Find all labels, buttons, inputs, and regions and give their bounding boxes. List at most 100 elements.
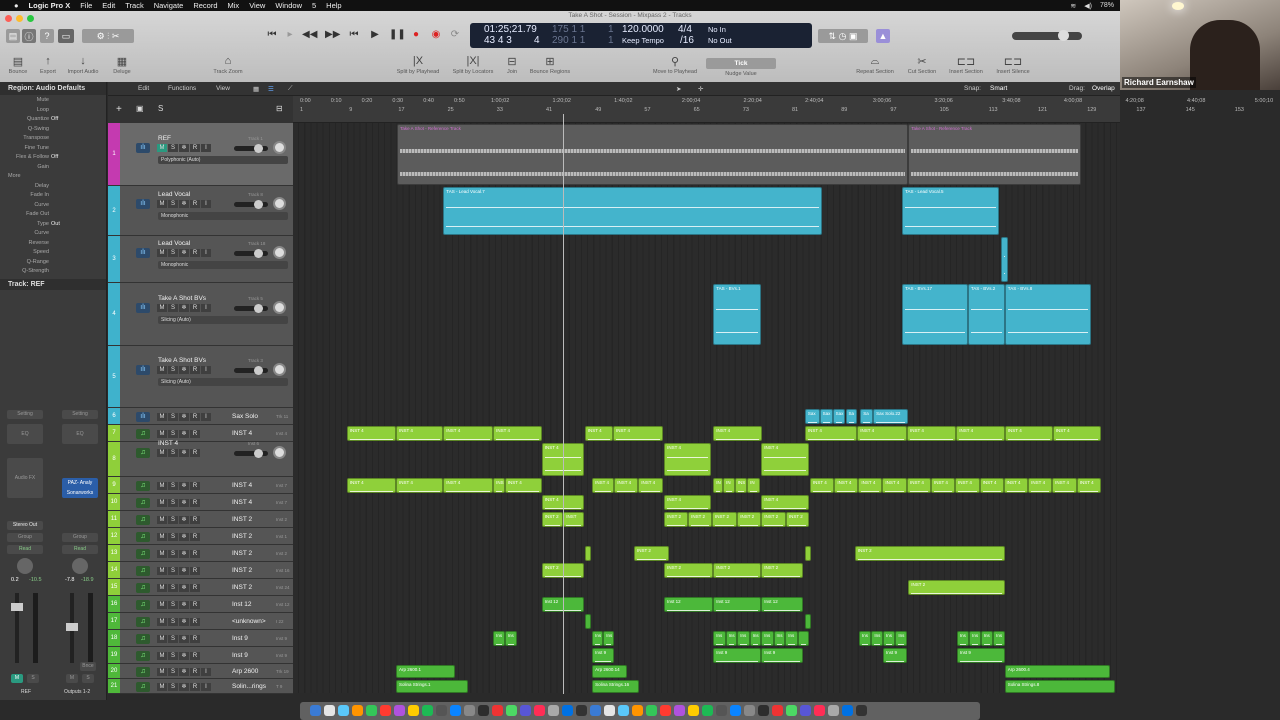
setting-button[interactable]: Setting <box>7 410 43 419</box>
track-name[interactable]: Lead Vocal <box>158 191 190 198</box>
region[interactable]: INST 2 <box>712 512 738 527</box>
region[interactable]: Sax <box>819 409 833 424</box>
track-name[interactable]: INST 2 <box>232 584 252 591</box>
r-button[interactable]: R <box>190 515 200 524</box>
apple-menu-icon[interactable]: ● <box>14 1 19 10</box>
region[interactable]: INST 2 <box>761 512 786 527</box>
region[interactable]: INST 4 <box>1076 478 1101 493</box>
track-header[interactable]: 13 ♫ M S ❄ R INST 2 Inst 2 <box>108 545 293 562</box>
param-row[interactable]: Fade Out <box>0 211 107 219</box>
track-header[interactable]: 3 ılı Lead Vocal M S ❄ R I Track 18 Monophonic <box>108 236 293 283</box>
pan-knob[interactable] <box>17 558 33 574</box>
catch-icon[interactable]: S <box>158 104 163 113</box>
go-to-beginning-icon[interactable]: ⏮ <box>265 29 279 40</box>
track-name[interactable]: Inst 9 <box>232 635 248 642</box>
track-name[interactable]: Take A Shot BVs <box>158 357 206 364</box>
dock-app-icon[interactable] <box>464 705 475 716</box>
track-header[interactable]: 2 ılı Lead Vocal M S ❄ R I Track 8 Monophonic <box>108 186 293 236</box>
region[interactable]: INST 4 <box>395 478 444 493</box>
track-header[interactable]: 12 ♫ M S ❄ R INST 2 Inst 1 <box>108 528 293 545</box>
track-mode-select[interactable]: Polyphonic (Auto) <box>158 155 288 164</box>
s-button[interactable]: S <box>168 366 178 374</box>
menu-view[interactable]: View <box>249 1 265 10</box>
dock-app-icon[interactable] <box>394 705 405 716</box>
region[interactable]: Ins <box>871 631 883 646</box>
s-button[interactable]: S <box>168 498 178 507</box>
lcd-time-signature[interactable]: 4/4 <box>678 24 692 35</box>
dock-app-icon[interactable] <box>744 705 755 716</box>
track-mode-select[interactable]: Monophonic <box>158 212 288 220</box>
region[interactable]: INST 2 <box>785 512 810 527</box>
r-button[interactable]: R <box>190 481 200 490</box>
f-button[interactable]: ❄ <box>179 143 189 152</box>
region[interactable]: INST 2 <box>664 512 689 527</box>
slider-knob[interactable] <box>254 248 263 258</box>
wifi-icon[interactable]: ≋ <box>1070 2 1076 10</box>
edit-menu[interactable]: Edit <box>138 85 149 92</box>
r-button[interactable]: R <box>190 651 200 660</box>
region[interactable]: INST 4 <box>504 478 542 493</box>
region[interactable]: Solina Strings.16 <box>592 680 639 693</box>
r-button[interactable]: R <box>190 549 200 558</box>
m-button[interactable]: M <box>157 303 167 312</box>
dock-app-icon[interactable] <box>492 705 503 716</box>
menu-record[interactable]: Record <box>193 1 217 10</box>
param-row[interactable]: Fade In <box>0 192 107 200</box>
dock-app-icon[interactable] <box>702 705 713 716</box>
region[interactable]: INST 4 <box>834 478 859 493</box>
pan-knob[interactable] <box>72 558 88 574</box>
region[interactable]: INST 2 <box>854 546 1005 561</box>
region[interactable]: Ins <box>895 631 907 646</box>
r-button[interactable]: R <box>190 200 200 208</box>
bounce-button[interactable]: Bnce <box>80 662 96 671</box>
deluge-button[interactable]: ▦ Deluge <box>92 55 152 75</box>
dock-app-icon[interactable] <box>506 705 517 716</box>
dock-app-icon[interactable] <box>604 705 615 716</box>
region[interactable]: INST 4 <box>664 495 711 510</box>
track-header[interactable]: 9 ♫ M S ❄ R INST 4 Inst 7 <box>108 477 293 494</box>
region[interactable]: Inst 12 <box>713 597 762 612</box>
region[interactable]: Ins <box>980 631 994 646</box>
region[interactable]: INST 2 <box>633 546 669 561</box>
region[interactable]: INST 4 <box>956 426 1005 441</box>
play-from-selection-icon[interactable]: ▸ <box>283 29 297 40</box>
dock-app-icon[interactable] <box>842 705 853 716</box>
region[interactable]: Arp 2600.14 <box>592 665 628 678</box>
move-to-playhead-button[interactable]: ⚲ Move to Playhead <box>645 55 705 75</box>
dock-app-icon[interactable] <box>562 705 573 716</box>
track-name[interactable]: Inst 9 <box>232 652 248 659</box>
f-button[interactable]: ❄ <box>179 481 189 490</box>
region[interactable]: INST 4 <box>930 478 955 493</box>
r-button[interactable]: R <box>190 366 200 374</box>
m-button[interactable]: M <box>157 682 167 691</box>
playhead[interactable] <box>563 114 565 694</box>
dock-app-icon[interactable] <box>660 705 671 716</box>
pause-icon[interactable]: ❚❚ <box>389 29 406 40</box>
region[interactable]: Ins <box>749 631 762 646</box>
volume-icon[interactable]: ◀) <box>1084 2 1092 10</box>
slider-knob[interactable] <box>254 448 263 458</box>
param-row[interactable]: Delay <box>0 183 107 191</box>
region[interactable]: Ins <box>993 631 1005 646</box>
r-button[interactable]: R <box>190 682 200 691</box>
param-row[interactable]: Quantize Off <box>0 116 107 124</box>
s-button[interactable]: S <box>168 549 178 558</box>
slider-knob[interactable] <box>254 366 263 375</box>
track-header[interactable]: 11 ♫ M S ❄ R INST 2 Inst 2 <box>108 511 293 528</box>
region[interactable]: Ins <box>785 631 798 646</box>
dock-app-icon[interactable] <box>366 705 377 716</box>
track-volume-slider[interactable] <box>234 366 268 375</box>
f-button[interactable]: ❄ <box>179 600 189 609</box>
region[interactable]: INST 4 <box>761 443 810 476</box>
param-row[interactable]: Mute <box>0 97 107 105</box>
pan-knob[interactable] <box>273 245 286 259</box>
region[interactable]: INST 4 <box>857 426 907 441</box>
region[interactable]: INST 4 <box>809 478 835 493</box>
arrange-area[interactable]: Take A Shot - Reference Track Take A Shot… <box>293 123 1120 693</box>
dock-app-icon[interactable] <box>632 705 643 716</box>
region[interactable]: Ins <box>761 631 774 646</box>
param-row[interactable]: Curve <box>0 230 107 238</box>
lcd-tempo-mode[interactable]: Keep Tempo <box>622 36 664 45</box>
dock-app-icon[interactable] <box>520 705 531 716</box>
dock-app-icon[interactable] <box>800 705 811 716</box>
